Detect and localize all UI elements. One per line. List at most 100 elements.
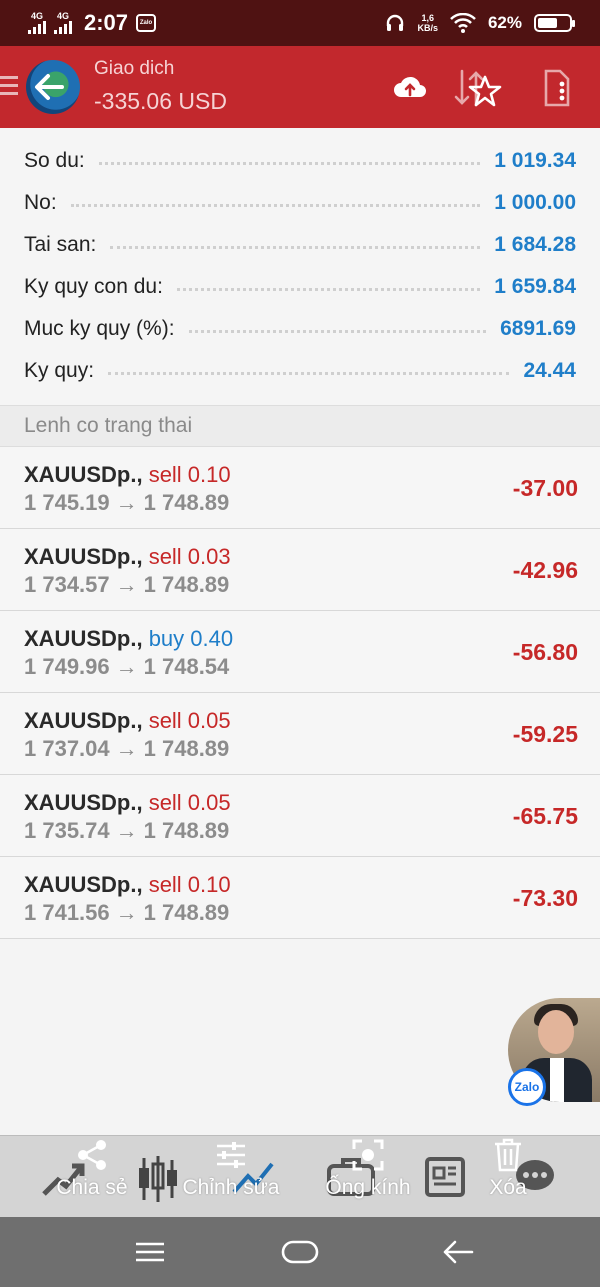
header-subtitle: Giao dich [94,58,175,79]
wifi-icon [450,13,476,33]
screenshot-toolbar: Chia sẻ Chỉnh sửa Ống kính Xóa [0,1135,600,1217]
position-type: buy 0.40 [148,626,234,651]
home-button[interactable] [280,1235,320,1269]
summary-value: 1 000.00 [494,191,576,214]
position-row[interactable]: XAUUSDp., sell 0.10 1 741.56 → 1 748.89 -7… [0,857,600,939]
summary-value: 1 659.84 [494,275,576,298]
sort-favorite-button[interactable] [446,68,510,108]
dotted-leader [176,287,481,291]
share-button[interactable]: Chia sẻ [52,1138,132,1200]
position-row[interactable]: XAUUSDp., sell 0.03 1 734.57 → 1 748.89 -4… [0,529,600,611]
position-current-price: 1 748.89 [143,572,230,597]
headphones-icon [387,14,404,31]
summary-value: 6891.69 [500,317,576,340]
position-row[interactable]: XAUUSDp., buy 0.40 1 749.96 → 1 748.54 -56… [0,611,600,693]
summary-row-equity: Tai san: 1 684.28 [0,224,600,266]
summary-label: No: [24,191,57,214]
summary-row-free-margin: Ky quy con du: 1 659.84 [0,266,600,308]
position-type: sell 0.10 [148,462,231,487]
zalo-notification-icon: Zalo [136,14,157,32]
position-row[interactable]: XAUUSDp., sell 0.10 1 745.19 → 1 748.89 -3… [0,447,600,529]
position-type: sell 0.05 [148,708,231,733]
share-icon [78,1140,106,1170]
position-current-price: 1 748.89 [143,900,230,925]
system-navigation-bar [0,1217,600,1287]
network-type-2: 4G [56,11,69,21]
battery-icon [534,14,575,32]
summary-row-margin-level: Muc ky quy (%): 6891.69 [0,308,600,350]
summary-row-balance: So du: 1 019.34 [0,140,600,182]
dotted-leader [108,371,510,375]
candlestick-icon [139,1156,177,1202]
position-open-price: 1 737.04 [24,736,110,761]
position-profit: -42.96 [512,557,578,583]
header-balance: -335.06 USD [94,88,227,114]
position-open-price: 1 741.56 [24,900,110,925]
zalo-badge: Zalo [508,1068,546,1106]
edit-button[interactable]: Chỉnh sửa [176,1138,286,1200]
home-nav-icon [281,1240,319,1264]
network-speed: 1,6 KB/s [417,13,438,33]
back-button[interactable] [440,1235,476,1269]
delete-label: Xóa [489,1176,527,1199]
dotted-leader [110,245,481,249]
position-symbol: XAUUSDp., [24,462,143,487]
battery-level [538,18,557,28]
position-symbol: XAUUSDp., [24,872,143,897]
menu-icon[interactable] [0,76,18,100]
account-summary: So du: 1 019.34 No: 1 000.00 Tai san: 1 684… [0,128,600,405]
arrow-right-icon: → [115,736,138,761]
position-profit: -37.00 [512,475,578,501]
position-row[interactable]: XAUUSDp., sell 0.05 1 737.04 → 1 748.89 -5… [0,693,600,775]
summary-value: 1 019.34 [494,149,576,172]
position-type: sell 0.05 [148,790,231,815]
signal-2-icon: 4G [54,12,72,34]
news-icon [425,1157,465,1197]
arrow-right-icon: → [115,572,138,597]
position-open-price: 1 749.96 [24,654,110,679]
trash-icon [495,1138,521,1172]
screen: 4G 4G 2:07 Zalo 1,6 KB/s 62% Giao dich -… [0,0,600,1287]
summary-label: So du: [24,149,85,172]
position-current-price: 1 748.54 [143,654,230,679]
network-type-1: 4G [30,11,43,21]
position-row[interactable]: XAUUSDp., sell 0.05 1 735.74 → 1 748.89 -6… [0,775,600,857]
position-symbol: XAUUSDp., [24,708,143,733]
recent-apps-button[interactable] [132,1235,168,1269]
edit-label: Chỉnh sửa [182,1176,280,1199]
document-menu-button[interactable] [536,68,576,108]
share-label: Chia sẻ [56,1176,128,1199]
arrow-right-icon: → [115,818,138,843]
position-current-price: 1 748.89 [143,736,230,761]
signal-1-icon: 4G [28,12,46,34]
summary-label: Ky quy con du: [24,275,163,298]
position-open-price: 1 745.19 [24,490,110,515]
document-icon [544,69,570,107]
cloud-upload-button[interactable] [390,68,430,108]
delete-button[interactable]: Xóa [478,1138,538,1200]
dotted-leader [70,203,481,207]
position-profit: -73.30 [512,885,578,911]
back-arrow-icon[interactable] [32,70,66,104]
section-open-positions: Lenh co trang thai [0,405,600,447]
position-current-price: 1 748.89 [143,490,230,515]
position-profit: -59.25 [512,721,578,747]
summary-label: Ky quy: [24,359,95,382]
lens-button[interactable]: Ống kính [318,1138,418,1200]
summary-label: Tai san: [24,233,97,256]
lens-icon [352,1139,384,1171]
position-symbol: XAUUSDp., [24,790,143,815]
summary-label: Muc ky quy (%): [24,317,175,340]
sliders-icon [217,1142,245,1168]
summary-row-margin: Ky quy: 24.44 [0,350,600,392]
summary-value: 1 684.28 [494,233,576,256]
dotted-leader [188,329,487,333]
star-icon [468,75,502,107]
summary-value: 24.44 [523,359,576,382]
positions-list: XAUUSDp., sell 0.10 1 745.19 → 1 748.89 -3… [0,447,600,939]
lens-label: Ống kính [325,1176,411,1199]
position-type: sell 0.03 [148,544,231,569]
position-type: sell 0.10 [148,872,231,897]
app-header: Giao dich -335.06 USD [0,46,600,128]
summary-row-credit: No: 1 000.00 [0,182,600,224]
